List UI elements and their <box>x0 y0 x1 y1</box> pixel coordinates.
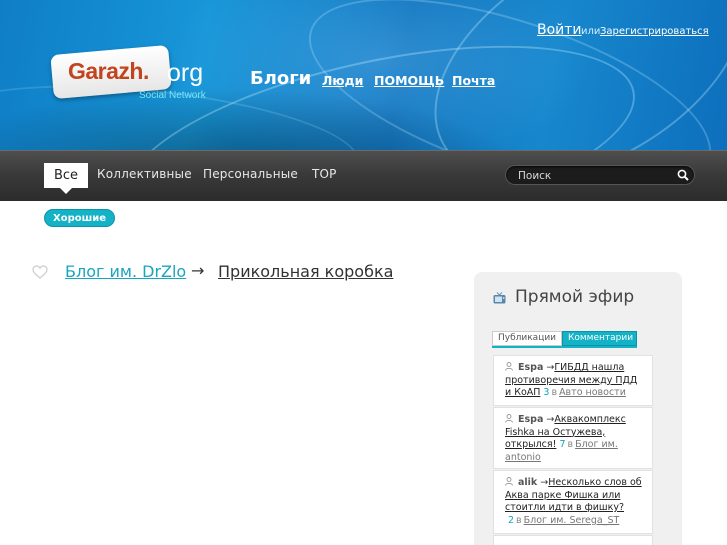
logo-brand[interactable]: Garazh. <box>68 58 149 85</box>
post-title-link[interactable]: Прикольная коробка <box>218 262 393 281</box>
auth-separator: или <box>581 26 601 37</box>
live-item: alik →Несколько слов об Аква парке Фишка… <box>493 470 653 534</box>
live-item-in: в <box>567 439 574 450</box>
tab-top[interactable]: TOP <box>312 167 337 181</box>
tab-comments[interactable]: Комментарии <box>562 331 637 346</box>
logo-tld[interactable]: org <box>167 59 203 88</box>
login-link[interactable]: Войти <box>537 22 582 38</box>
tab-personal[interactable]: Персональные <box>203 167 298 181</box>
live-item-blog[interactable]: Авто новости <box>559 387 626 398</box>
user-icon <box>505 362 513 371</box>
nav-link-mail[interactable]: Почта <box>452 73 495 88</box>
live-item-partial <box>493 535 653 545</box>
favourite-heart-icon[interactable] <box>32 265 48 279</box>
live-item-author[interactable]: Espa <box>518 362 543 373</box>
live-item-comment-count[interactable]: 2 <box>508 515 514 526</box>
user-icon <box>505 477 513 486</box>
live-item-author[interactable]: alik <box>518 477 537 488</box>
live-item-author[interactable]: Espa <box>518 414 543 425</box>
tab-collective[interactable]: Коллективные <box>97 167 192 181</box>
search-icon[interactable] <box>676 168 690 182</box>
live-item-in: в <box>551 387 558 398</box>
tab-underline <box>492 346 637 348</box>
tv-icon <box>493 292 506 304</box>
post-arrow: → <box>191 261 205 280</box>
user-icon <box>505 414 513 423</box>
logo-tagline: Social Network <box>139 90 206 101</box>
live-item: Espa →ГИБДД нашла противоречия между ПДД… <box>493 355 653 406</box>
live-item-comment-count[interactable]: 7 <box>559 439 565 450</box>
live-title: Прямой эфир <box>515 287 635 307</box>
live-item: Espa →Аквакомплекс Fishka на Остужева, о… <box>493 407 653 469</box>
post-blog-link[interactable]: Блог им. DrZlo <box>65 262 186 281</box>
tab-publications[interactable]: Публикации <box>492 331 562 346</box>
filter-good-button[interactable]: Хорошие <box>44 209 116 227</box>
register-link[interactable]: Зарегистрироваться <box>600 26 709 37</box>
tab-all[interactable]: Все <box>44 163 88 194</box>
nav-current-blogs[interactable]: Блоги <box>250 68 311 89</box>
search-box <box>505 165 695 185</box>
live-item-comment-count[interactable]: 3 <box>543 387 549 398</box>
live-item-blog[interactable]: Блог им. Serega_ST <box>524 515 620 526</box>
search-input[interactable] <box>518 168 668 183</box>
nav-link-help[interactable]: ПОМОЩЬ <box>374 73 444 88</box>
live-item-in: в <box>516 514 522 526</box>
nav-link-people[interactable]: Люди <box>322 73 363 88</box>
